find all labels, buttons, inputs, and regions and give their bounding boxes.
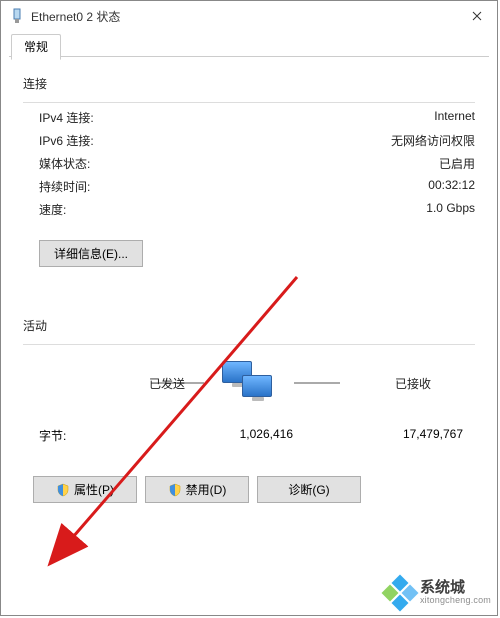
action-buttons: 属性(P) 禁用(D) 诊断(G)	[33, 476, 475, 503]
row-duration: 持续时间: 00:32:12	[23, 178, 475, 195]
close-icon	[472, 8, 482, 24]
watermark: 系统城 xitongcheng.com	[384, 577, 491, 609]
row-speed: 速度: 1.0 Gbps	[23, 201, 475, 218]
received-label: 已接收	[395, 375, 431, 392]
bytes-sent-value: 1,026,416	[143, 427, 293, 444]
activity-graphic: 已发送 已接收	[23, 361, 475, 405]
properties-label: 属性(P)	[74, 481, 114, 498]
network-computers-icon	[218, 361, 280, 405]
disable-button[interactable]: 禁用(D)	[145, 476, 249, 503]
watermark-logo-icon	[384, 577, 416, 609]
row-media: 媒体状态: 已启用	[23, 155, 475, 172]
tab-general[interactable]: 常规	[11, 34, 61, 60]
diagnose-button[interactable]: 诊断(G)	[257, 476, 361, 503]
sent-label: 已发送	[149, 375, 185, 392]
window-title: Ethernet0 2 状态	[31, 8, 457, 25]
connection-header: 连接	[23, 75, 475, 92]
ipv4-value: Internet	[434, 109, 475, 126]
connection-section: 连接 IPv4 连接: Internet IPv6 连接: 无网络访问权限 媒体…	[23, 75, 475, 271]
network-adapter-icon	[9, 8, 25, 24]
watermark-text: 系统城	[420, 580, 491, 597]
shield-icon	[56, 483, 70, 497]
details-button[interactable]: 详细信息(E)...	[39, 240, 143, 267]
activity-section: 活动 已发送 已接收 字节: 1,026,416 17,479,767	[23, 317, 475, 503]
tabstrip: 常规	[9, 33, 489, 57]
divider	[23, 102, 475, 103]
disable-label: 禁用(D)	[186, 481, 227, 498]
shield-icon	[168, 483, 182, 497]
watermark-url: xitongcheng.com	[420, 596, 491, 606]
media-label: 媒体状态:	[23, 155, 90, 172]
ipv6-label: IPv6 连接:	[23, 132, 94, 149]
ipv6-value: 无网络访问权限	[391, 132, 475, 149]
ipv4-label: IPv4 连接:	[23, 109, 94, 126]
row-ipv6: IPv6 连接: 无网络访问权限	[23, 132, 475, 149]
diagnose-label: 诊断(G)	[288, 481, 329, 498]
ethernet-status-dialog: Ethernet0 2 状态 常规 连接 IPv4 连接: Internet I…	[0, 0, 498, 616]
speed-label: 速度:	[23, 201, 66, 218]
activity-header: 活动	[23, 317, 475, 334]
speed-value: 1.0 Gbps	[426, 201, 475, 218]
close-button[interactable]	[457, 1, 497, 31]
titlebar: Ethernet0 2 状态	[1, 1, 497, 31]
tab-content: 连接 IPv4 连接: Internet IPv6 连接: 无网络访问权限 媒体…	[1, 57, 497, 509]
row-ipv4: IPv4 连接: Internet	[23, 109, 475, 126]
duration-label: 持续时间:	[23, 178, 90, 195]
bytes-received-value: 17,479,767	[293, 427, 475, 444]
bytes-label: 字节:	[23, 427, 143, 444]
activity-line	[294, 382, 340, 384]
bytes-row: 字节: 1,026,416 17,479,767	[23, 427, 475, 444]
duration-value: 00:32:12	[428, 178, 475, 195]
divider	[23, 344, 475, 345]
media-value: 已启用	[439, 155, 475, 172]
properties-button[interactable]: 属性(P)	[33, 476, 137, 503]
